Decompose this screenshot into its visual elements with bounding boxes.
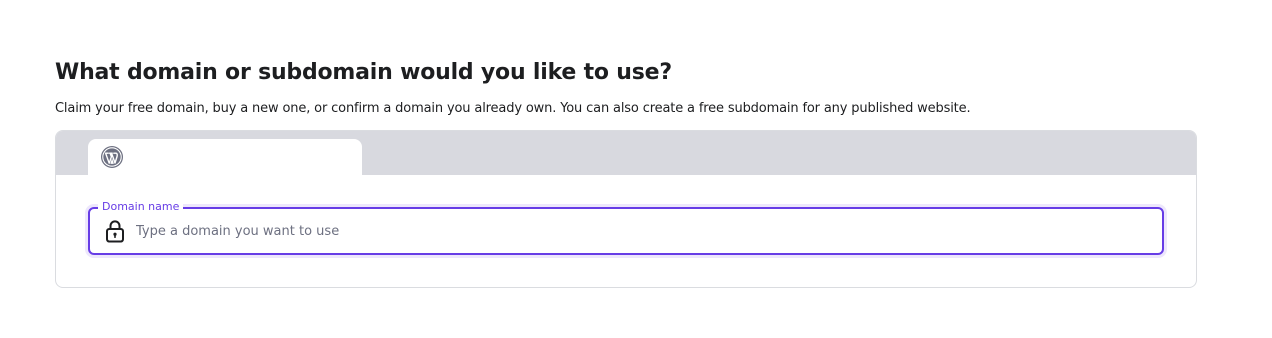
lock-icon	[106, 220, 124, 243]
page-title: What domain or subdomain would you like …	[55, 60, 672, 85]
domain-name-label: Domain name	[98, 200, 184, 214]
domain-selection-section: What domain or subdomain would you like …	[55, 58, 1197, 288]
domain-card: Domain name	[55, 130, 1197, 288]
domain-name-field[interactable]: Domain name	[88, 200, 1164, 255]
wordpress-icon	[101, 146, 123, 168]
domain-name-input[interactable]	[136, 216, 1162, 246]
card-body: Domain name	[56, 175, 1196, 255]
tab-bar	[56, 131, 1196, 175]
page-description: Claim your free domain, buy a new one, o…	[55, 101, 971, 116]
tab-wordpress[interactable]	[88, 139, 362, 175]
